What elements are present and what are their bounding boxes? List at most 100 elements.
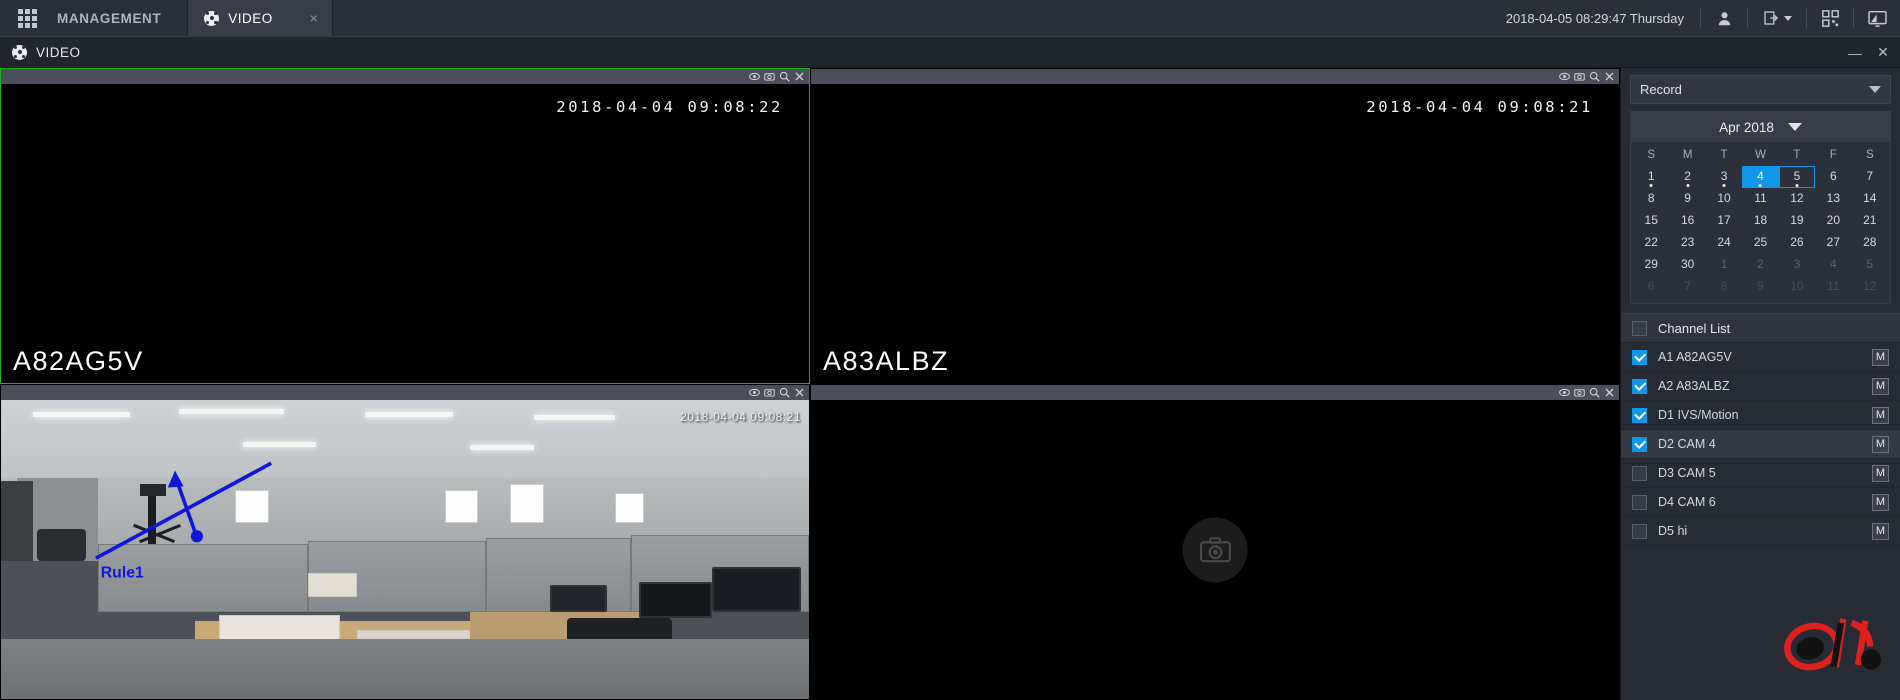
minimize-button[interactable]: —: [1842, 37, 1868, 68]
calendar-day: 9: [1742, 276, 1778, 298]
channel-row[interactable]: D5 hi M: [1621, 517, 1900, 546]
calendar-month-selector[interactable]: Apr 2018: [1631, 112, 1890, 142]
calendar-day[interactable]: 26: [1779, 232, 1815, 254]
zoom-icon[interactable]: [779, 387, 790, 398]
display-icon[interactable]: [1854, 0, 1900, 36]
close-icon[interactable]: ×: [294, 10, 319, 26]
calendar-day[interactable]: 19: [1779, 210, 1815, 232]
zoom-icon[interactable]: [779, 71, 790, 82]
channel-list[interactable]: A1 A82AG5V M A2 A83ALBZ M D1 IVS/Motion M D2 C…: [1621, 343, 1900, 700]
zoom-icon[interactable]: [1589, 71, 1600, 82]
channel-checkbox[interactable]: [1632, 523, 1647, 539]
channel-checkbox[interactable]: [1632, 465, 1647, 481]
calendar-day[interactable]: 5: [1778, 166, 1816, 188]
calendar-day[interactable]: 30: [1669, 254, 1705, 276]
stream-mode-button[interactable]: M: [1872, 493, 1889, 511]
channel-checkbox[interactable]: [1632, 436, 1647, 452]
video-stage[interactable]: Rule1 2018-04-04 09:08:21: [1, 400, 809, 699]
close-icon[interactable]: [1604, 387, 1615, 398]
video-stage[interactable]: 2018-04-04 09:08:22 A82AG5V: [1, 84, 809, 383]
camera-icon[interactable]: [764, 71, 775, 82]
channel-checkbox[interactable]: [1632, 407, 1647, 423]
channel-row[interactable]: D3 CAM 5 M: [1621, 459, 1900, 488]
channel-checkbox[interactable]: [1632, 349, 1647, 365]
calendar-day[interactable]: 22: [1633, 232, 1669, 254]
video-stage[interactable]: [811, 400, 1619, 699]
calendar-day-number: 9: [1757, 279, 1764, 293]
record-type-dropdown[interactable]: Record: [1630, 75, 1891, 104]
stream-mode-button[interactable]: M: [1872, 377, 1889, 395]
calendar-day: 10: [1779, 276, 1815, 298]
calendar-day[interactable]: 17: [1706, 210, 1742, 232]
calendar-day[interactable]: 13: [1815, 188, 1851, 210]
calendar-day[interactable]: 24: [1706, 232, 1742, 254]
eye-icon[interactable]: [1559, 387, 1570, 398]
panel-header: VIDEO — ✕: [0, 37, 1900, 68]
stream-mode-button[interactable]: M: [1872, 406, 1889, 424]
calendar-day[interactable]: 10: [1706, 188, 1742, 210]
calendar-day[interactable]: 15: [1633, 210, 1669, 232]
calendar-day[interactable]: 11: [1742, 188, 1778, 210]
channel-checkbox[interactable]: [1632, 378, 1647, 394]
calendar-day[interactable]: 6: [1815, 166, 1851, 188]
qrcode-icon[interactable]: [1807, 0, 1853, 36]
calendar-day[interactable]: 7: [1852, 166, 1888, 188]
eye-icon[interactable]: [749, 71, 760, 82]
calendar-day[interactable]: 9: [1669, 188, 1705, 210]
tab-video[interactable]: VIDEO ×: [188, 0, 334, 37]
video-grid: 2018-04-04 09:08:22 A82AG5V 2018-04-04 0…: [0, 68, 1620, 700]
calendar-day[interactable]: 20: [1815, 210, 1851, 232]
logout-icon[interactable]: [1748, 0, 1806, 36]
stream-mode-button[interactable]: M: [1872, 464, 1889, 482]
eye-icon[interactable]: [749, 387, 760, 398]
video-panel-2[interactable]: 2018-04-04 09:08:21 A83ALBZ: [810, 68, 1620, 384]
window-close-button[interactable]: ✕: [1870, 37, 1896, 68]
close-icon[interactable]: [1604, 71, 1615, 82]
calendar-day[interactable]: 12: [1779, 188, 1815, 210]
calendar-day[interactable]: 25: [1742, 232, 1778, 254]
channel-checkbox[interactable]: [1632, 494, 1647, 510]
video-stage[interactable]: 2018-04-04 09:08:21 A83ALBZ: [811, 84, 1619, 383]
camera-icon[interactable]: [764, 387, 775, 398]
calendar-day[interactable]: 4: [1742, 166, 1779, 188]
calendar-day: 11: [1815, 276, 1851, 298]
calendar-day[interactable]: 16: [1669, 210, 1705, 232]
channel-label: A2 A83ALBZ: [1658, 379, 1730, 393]
calendar-day[interactable]: 18: [1742, 210, 1778, 232]
video-panel-4[interactable]: [810, 384, 1620, 700]
video-panel-3[interactable]: Rule1 2018-04-04 09:08:21: [0, 384, 810, 700]
calendar-day[interactable]: 2: [1669, 166, 1705, 188]
calendar-day[interactable]: 23: [1669, 232, 1705, 254]
calendar-day[interactable]: 29: [1633, 254, 1669, 276]
video-timestamp: 2018-04-04 09:08:21: [680, 410, 801, 424]
close-icon[interactable]: [794, 71, 805, 82]
user-icon[interactable]: [1701, 0, 1747, 36]
eye-icon[interactable]: [1559, 71, 1570, 82]
zoom-icon[interactable]: [1589, 387, 1600, 398]
calendar-day[interactable]: 14: [1852, 188, 1888, 210]
calendar-day[interactable]: 27: [1815, 232, 1851, 254]
camera-icon[interactable]: [1574, 387, 1585, 398]
channel-row[interactable]: D4 CAM 6 M: [1621, 488, 1900, 517]
calendar-day-number: 11: [1827, 279, 1840, 293]
channel-row[interactable]: A1 A82AG5V M: [1621, 343, 1900, 372]
tab-management[interactable]: MANAGEMENT: [55, 0, 189, 36]
calendar-day[interactable]: 3: [1706, 166, 1742, 188]
video-panel-1[interactable]: 2018-04-04 09:08:22 A82AG5V: [0, 68, 810, 384]
app-grid-button[interactable]: [0, 0, 55, 36]
channel-row[interactable]: A2 A83ALBZ M: [1621, 372, 1900, 401]
calendar: Apr 2018 S M T W T F S 1 2 3 4 5 6 7 8 9 10 11 12 13 14 15 16 1…: [1630, 111, 1891, 304]
channel-row[interactable]: D2 CAM 4 M: [1621, 430, 1900, 459]
calendar-day[interactable]: 28: [1852, 232, 1888, 254]
select-all-checkbox[interactable]: [1632, 320, 1647, 336]
recording-dot: [1722, 184, 1726, 187]
camera-icon[interactable]: [1574, 71, 1585, 82]
close-icon[interactable]: [794, 387, 805, 398]
stream-mode-button[interactable]: M: [1872, 348, 1889, 366]
calendar-day[interactable]: 8: [1633, 188, 1669, 210]
calendar-day[interactable]: 21: [1852, 210, 1888, 232]
channel-row[interactable]: D1 IVS/Motion M: [1621, 401, 1900, 430]
stream-mode-button[interactable]: M: [1872, 435, 1889, 453]
calendar-day[interactable]: 1: [1633, 166, 1669, 188]
stream-mode-button[interactable]: M: [1872, 522, 1889, 540]
